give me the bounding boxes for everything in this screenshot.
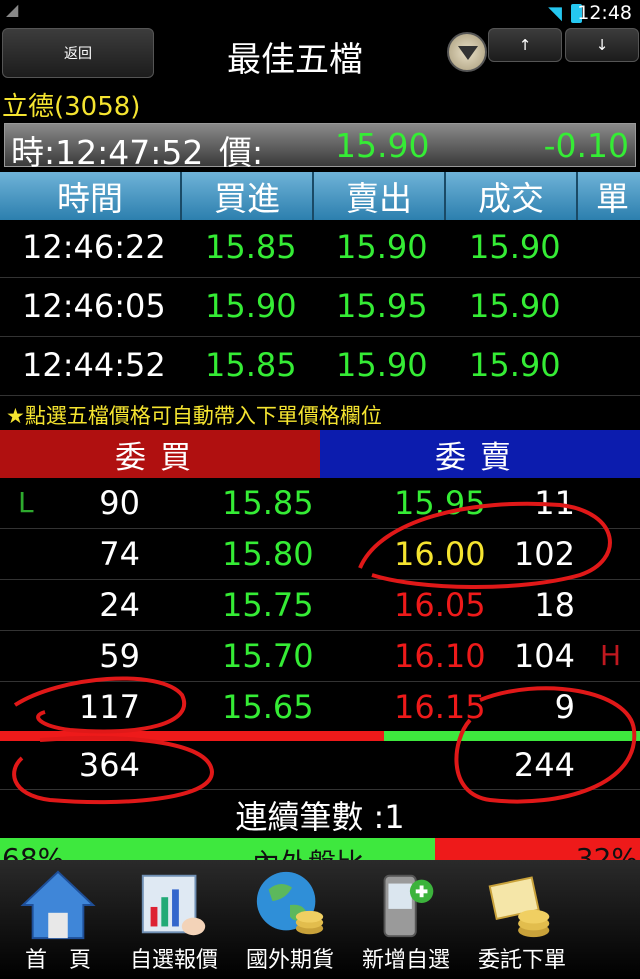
home-icon <box>20 870 96 940</box>
notification-icon: ◢ <box>6 0 19 19</box>
bottom-tab-bar: 首 頁 自選報價 國外期貨 新增自選 委託下單 <box>0 860 640 979</box>
ask-header: 委賣 <box>320 430 640 478</box>
scroll-up-button[interactable]: ↑ <box>488 28 562 62</box>
tab-label: 新增自選 <box>361 948 450 973</box>
ask-volume: 104 <box>513 637 575 675</box>
tx-time: 12:46:05 <box>22 287 166 325</box>
bid-volume: 90 <box>99 484 140 522</box>
col-buy: 買進 <box>182 172 314 220</box>
ask-volume: 18 <box>534 586 575 624</box>
tx-sell: 15.90 <box>336 228 428 266</box>
order-book-row: 117 15.65 16.15 9 <box>0 682 640 733</box>
ask-price[interactable]: 16.00 <box>394 535 486 573</box>
quote-price-label: 價: <box>219 133 264 172</box>
bid-volume: 59 <box>99 637 140 675</box>
order-book-row: 74 15.80 16.00 102 <box>0 529 640 580</box>
bid-header: 委買 <box>0 430 320 478</box>
bid-ratio-bar <box>0 731 384 741</box>
tx-time: 12:46:22 <box>22 228 166 266</box>
bid-volume: 24 <box>99 586 140 624</box>
tx-row: 12:46:05 15.90 15.95 15.90 <box>0 279 640 337</box>
page-title: 最佳五檔 <box>227 40 363 80</box>
col-deal: 成交 <box>446 172 578 220</box>
tx-sell: 15.90 <box>336 346 428 384</box>
tx-row: 12:46:22 15.85 15.90 15.90 <box>0 220 640 278</box>
total-bid-volume: 364 <box>78 746 140 784</box>
tx-buy: 15.90 <box>205 287 297 325</box>
col-time: 時間 <box>0 172 182 220</box>
order-book-row: 24 15.75 16.05 18 <box>0 580 640 631</box>
bid-volume: 74 <box>99 535 140 573</box>
header: 返回 最佳五檔 ↑ ↓ <box>0 26 640 86</box>
tab-place-order[interactable]: 委託下單 <box>464 860 580 979</box>
ask-price[interactable]: 15.95 <box>394 484 486 522</box>
tx-time: 12:44:52 <box>22 346 166 384</box>
ask-price[interactable]: 16.15 <box>394 688 486 726</box>
quote-price: 15.90 <box>335 126 430 165</box>
tx-deal: 15.90 <box>469 228 561 266</box>
totals-row: 364 244 <box>0 742 640 790</box>
tx-table-header: 時間 買進 賣出 成交 單 <box>0 172 640 220</box>
ask-price[interactable]: 16.05 <box>394 586 486 624</box>
scroll-down-button[interactable]: ↓ <box>565 28 639 62</box>
tab-label: 自選報價 <box>129 948 218 973</box>
tx-sell: 15.95 <box>336 287 428 325</box>
quote-bar: 時:12:47:52 價: 15.90 -0.10 <box>4 123 636 172</box>
tx-deal: 15.90 <box>469 287 561 325</box>
globe-coins-icon <box>256 871 324 935</box>
bid-volume: 117 <box>78 688 140 726</box>
quote-chart-icon <box>141 874 206 936</box>
low-marker: L <box>18 486 34 519</box>
col-sell: 賣出 <box>314 172 446 220</box>
col-volume: 單 <box>578 172 640 220</box>
tab-watchlist-quotes[interactable]: 自選報價 <box>116 860 232 979</box>
high-marker: H <box>600 639 622 672</box>
tx-row: 12:44:52 15.85 15.90 15.90 <box>0 338 640 396</box>
back-button[interactable]: 返回 <box>2 28 154 78</box>
quote-time: 時:12:47:52 <box>11 133 204 172</box>
tx-deal: 15.90 <box>469 346 561 384</box>
tx-buy: 15.85 <box>205 228 297 266</box>
wifi-icon: ◥ <box>548 3 562 24</box>
order-book-row: L 90 15.85 15.95 11 <box>0 478 640 529</box>
tab-label: 委託下單 <box>477 948 566 973</box>
ask-price[interactable]: 16.10 <box>394 637 486 675</box>
order-book-row: 59 15.70 16.10 104 H <box>0 631 640 682</box>
dropdown-arrow-icon[interactable] <box>447 32 487 72</box>
bid-price[interactable]: 15.75 <box>222 586 314 624</box>
tab-label: 國外期貨 <box>245 948 334 973</box>
bid-price[interactable]: 15.85 <box>222 484 314 522</box>
order-coins-icon <box>488 876 550 938</box>
quote-change: -0.10 <box>543 126 629 165</box>
ask-volume: 9 <box>554 688 575 726</box>
consecutive-count: 連續筆數 :1 <box>235 798 405 836</box>
notice-text: ★點選五檔價格可自動帶入下單價格欄位 <box>6 404 382 428</box>
phone-add-icon <box>383 874 434 938</box>
total-ask-volume: 244 <box>513 746 575 784</box>
ask-ratio-bar <box>384 731 640 741</box>
status-time: 12:48 <box>577 2 632 24</box>
tab-label: 首 頁 <box>24 948 91 973</box>
tx-buy: 15.85 <box>205 346 297 384</box>
stock-name: 立德(3058) <box>2 92 141 122</box>
ask-volume: 102 <box>513 535 575 573</box>
bid-price[interactable]: 15.80 <box>222 535 314 573</box>
tab-foreign-futures[interactable]: 國外期貨 <box>232 860 348 979</box>
ask-volume: 11 <box>534 484 575 522</box>
tab-home[interactable]: 首 頁 <box>0 860 116 979</box>
status-bar: ◢ ◥ 12:48 <box>0 0 640 26</box>
tab-add-watchlist[interactable]: 新增自選 <box>348 860 464 979</box>
bid-price[interactable]: 15.65 <box>222 688 314 726</box>
bid-price[interactable]: 15.70 <box>222 637 314 675</box>
